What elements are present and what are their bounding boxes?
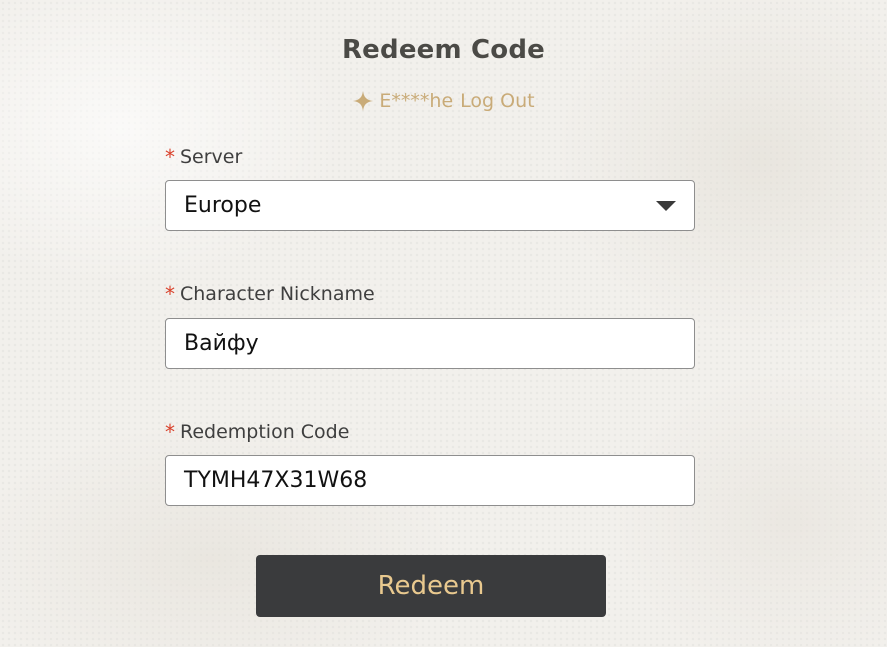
account-email: E****he <box>379 90 454 112</box>
nickname-field-value: Вайфу <box>184 331 259 356</box>
code-label-text: Redemption Code <box>180 421 350 443</box>
account-bar: E****he Log Out <box>0 90 887 112</box>
code-label: * Redemption Code <box>165 420 349 444</box>
nickname-label: * Character Nickname <box>165 282 375 306</box>
server-select[interactable]: Europe <box>165 180 695 231</box>
nickname-field[interactable]: Вайфу <box>165 318 695 369</box>
server-label-text: Server <box>180 146 243 168</box>
server-select-value: Europe <box>184 193 262 218</box>
redeem-button[interactable]: Redeem <box>256 555 606 617</box>
redemption-code-value: TYMH47X31W68 <box>184 468 368 493</box>
required-asterisk: * <box>165 145 175 169</box>
redeem-code-page: Redeem Code E****he Log Out * Server Eur… <box>0 0 887 647</box>
required-asterisk: * <box>165 420 175 444</box>
server-label: * Server <box>165 145 242 169</box>
redemption-code-field[interactable]: TYMH47X31W68 <box>165 455 695 506</box>
logout-link[interactable]: Log Out <box>460 90 534 112</box>
caret-down-icon[interactable] <box>656 200 676 211</box>
sparkle-star-icon <box>353 90 374 112</box>
required-asterisk: * <box>165 282 175 306</box>
nickname-label-text: Character Nickname <box>180 283 375 305</box>
page-title: Redeem Code <box>341 35 546 65</box>
